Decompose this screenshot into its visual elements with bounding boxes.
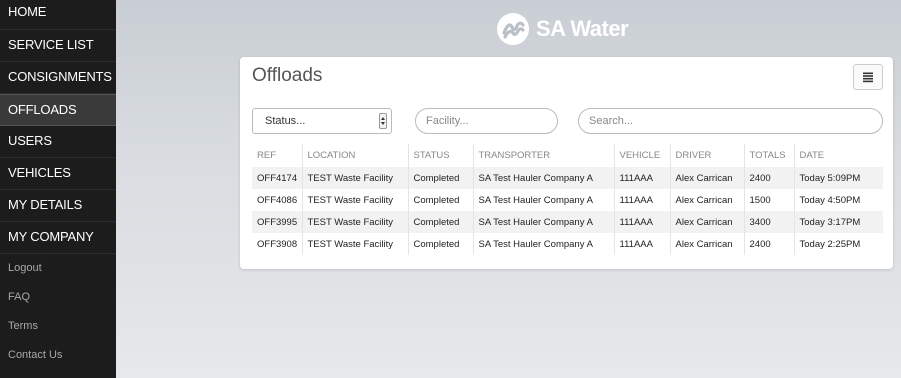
cell-ref: OFF4086 xyxy=(252,189,303,211)
cell-transporter: SA Test Hauler Company A xyxy=(473,167,615,189)
column-header-totals[interactable]: TOTALS xyxy=(744,144,795,167)
cell-date: Today 5:09PM xyxy=(794,167,883,189)
cell-date: Today 3:17PM xyxy=(794,211,883,233)
column-header-driver[interactable]: DRIVER xyxy=(670,144,745,167)
cell-ref: OFF3908 xyxy=(252,233,303,255)
table-row[interactable]: OFF3908 TEST Waste Facility Completed SA… xyxy=(252,233,883,255)
cell-ref: OFF3995 xyxy=(252,211,303,233)
cell-driver: Alex Carrican xyxy=(670,211,745,233)
search-input[interactable] xyxy=(578,108,883,134)
offloads-panel: Offloads Status... REF LOCATION STATUS T… xyxy=(240,57,893,269)
table-row[interactable]: OFF3995 TEST Waste Facility Completed SA… xyxy=(252,211,883,233)
status-select[interactable]: Status... xyxy=(252,108,392,134)
cell-vehicle: 111AAA xyxy=(614,211,671,233)
cell-vehicle: 111AAA xyxy=(614,189,671,211)
menu-button[interactable] xyxy=(853,64,883,90)
page-title: Offloads xyxy=(252,65,323,86)
cell-ref: OFF4174 xyxy=(252,167,303,189)
sidebar-item-vehicles[interactable]: VEHICLES xyxy=(0,158,116,190)
sidebar-item-users[interactable]: USERS xyxy=(0,126,116,158)
column-header-transporter[interactable]: TRANSPORTER xyxy=(473,144,615,167)
cell-driver: Alex Carrican xyxy=(670,233,745,255)
table-row[interactable]: OFF4086 TEST Waste Facility Completed SA… xyxy=(252,189,883,211)
column-header-ref[interactable]: REF xyxy=(252,144,303,167)
sidebar-item-consignments[interactable]: CONSIGNMENTS xyxy=(0,62,116,94)
sidebar: HOME SERVICE LIST CONSIGNMENTS OFFLOADS … xyxy=(0,0,116,378)
column-header-date[interactable]: DATE xyxy=(794,144,883,167)
sidebar-item-my-company[interactable]: MY COMPANY xyxy=(0,222,116,254)
column-header-vehicle[interactable]: VEHICLE xyxy=(614,144,671,167)
cell-transporter: SA Test Hauler Company A xyxy=(473,211,615,233)
cell-location: TEST Waste Facility xyxy=(302,233,409,255)
logout-link[interactable]: Logout xyxy=(0,254,116,283)
faq-link[interactable]: FAQ xyxy=(0,283,116,312)
cell-driver: Alex Carrican xyxy=(670,189,745,211)
brand-name: SA Water xyxy=(536,16,629,41)
cell-date: Today 2:25PM xyxy=(794,233,883,255)
sidebar-item-offloads[interactable]: OFFLOADS xyxy=(0,94,116,126)
cell-totals: 2400 xyxy=(744,233,795,255)
sidebar-item-service-list[interactable]: SERVICE LIST xyxy=(0,30,116,62)
cell-location: TEST Waste Facility xyxy=(302,189,409,211)
cell-totals: 2400 xyxy=(744,167,795,189)
select-arrow-icon xyxy=(379,113,387,129)
cell-location: TEST Waste Facility xyxy=(302,211,409,233)
sidebar-item-home[interactable]: HOME xyxy=(0,0,116,30)
cell-date: Today 4:50PM xyxy=(794,189,883,211)
cell-vehicle: 111AAA xyxy=(614,167,671,189)
hamburger-menu-icon xyxy=(863,72,873,83)
offloads-table: REF LOCATION STATUS TRANSPORTER VEHICLE … xyxy=(252,144,883,255)
sa-water-logo-icon xyxy=(497,13,529,45)
status-select-value: Status... xyxy=(265,115,306,127)
brand-logo[interactable]: SA Water xyxy=(496,12,629,46)
column-header-location[interactable]: LOCATION xyxy=(302,144,409,167)
cell-totals: 3400 xyxy=(744,211,795,233)
column-header-status[interactable]: STATUS xyxy=(408,144,474,167)
cell-location: TEST Waste Facility xyxy=(302,167,409,189)
sidebar-item-my-details[interactable]: MY DETAILS xyxy=(0,190,116,222)
cell-vehicle: 111AAA xyxy=(614,233,671,255)
table-header-row: REF LOCATION STATUS TRANSPORTER VEHICLE … xyxy=(252,144,883,167)
contact-us-link[interactable]: Contact Us xyxy=(0,341,116,370)
table-row[interactable]: OFF4174 TEST Waste Facility Completed SA… xyxy=(252,167,883,189)
cell-status: Completed xyxy=(408,167,474,189)
facility-input[interactable] xyxy=(415,108,558,134)
cell-status: Completed xyxy=(408,233,474,255)
terms-link[interactable]: Terms xyxy=(0,312,116,341)
cell-transporter: SA Test Hauler Company A xyxy=(473,233,615,255)
cell-status: Completed xyxy=(408,189,474,211)
cell-transporter: SA Test Hauler Company A xyxy=(473,189,615,211)
cell-driver: Alex Carrican xyxy=(670,167,745,189)
cell-totals: 1500 xyxy=(744,189,795,211)
cell-status: Completed xyxy=(408,211,474,233)
